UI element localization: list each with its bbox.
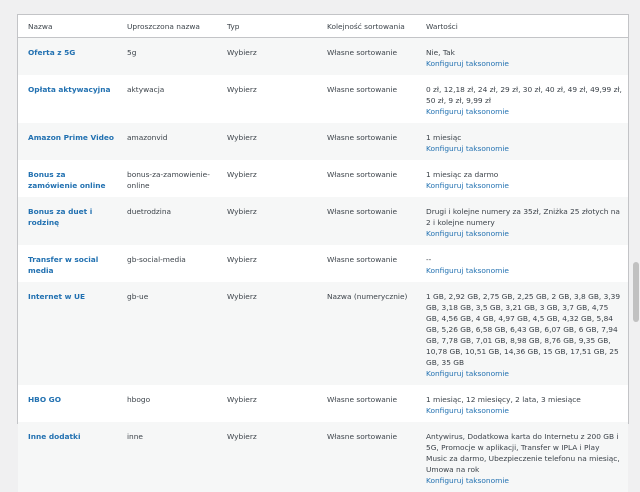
attribute-type: Wybierz xyxy=(227,395,257,404)
attribute-name-link[interactable]: Bonus za duet i rodzinę xyxy=(28,207,92,227)
attribute-slug: aktywacja xyxy=(127,85,165,94)
attribute-slug: gb-ue xyxy=(117,282,217,385)
table-header-row: Nazwa Uproszczona nazwa Typ Kolejność so… xyxy=(18,15,628,38)
attribute-sort-order: Własne sortowanie xyxy=(317,37,416,75)
table-row: HBO GO hbogo Wybierz Własne sortowanie 1… xyxy=(18,385,628,422)
attribute-values: 1 GB, 2,92 GB, 2,75 GB, 2,25 GB, 2 GB, 3… xyxy=(426,292,621,367)
table-row: Opłata aktywacyjna aktywacja Wybierz Wła… xyxy=(18,75,628,123)
attribute-type: Wybierz xyxy=(227,170,257,179)
attribute-name-link[interactable]: HBO GO xyxy=(28,395,61,404)
attribute-sort-order: Własne sortowanie xyxy=(327,85,398,94)
vertical-scrollbar[interactable] xyxy=(632,0,640,415)
attribute-name-link[interactable]: Oferta z 5G xyxy=(28,48,75,57)
attribute-slug: duetrodzina xyxy=(117,197,217,245)
table-row: Amazon Prime Video amazonvid Wybierz Wła… xyxy=(18,123,628,160)
attribute-slug: hbogo xyxy=(127,395,151,404)
attribute-name-link[interactable]: Internet w UE xyxy=(28,292,85,301)
attribute-slug: gb-social-media xyxy=(127,255,186,264)
configure-terms-link[interactable]: Konfiguruj taksonomie xyxy=(426,180,628,191)
attribute-name-link[interactable]: Inne dodatki xyxy=(28,432,81,441)
attribute-sort-order: Własne sortowanie xyxy=(327,395,398,404)
attribute-slug: bonus-za-zamowienie-online xyxy=(127,170,210,190)
attributes-table: Nazwa Uproszczona nazwa Typ Kolejność so… xyxy=(18,15,628,492)
configure-terms-link[interactable]: Konfiguruj taksonomie xyxy=(426,143,628,154)
attribute-values: 1 miesiąc, 12 miesięcy, 2 lata, 3 miesią… xyxy=(426,395,581,404)
attribute-name-link[interactable]: Amazon Prime Video xyxy=(28,133,114,142)
attribute-values: 1 miesiąc xyxy=(426,133,462,142)
attribute-type: Wybierz xyxy=(227,255,257,264)
column-header-slug[interactable]: Uproszczona nazwa xyxy=(117,15,217,38)
attribute-values: Nie, Tak xyxy=(426,48,455,57)
attribute-type: Wybierz xyxy=(217,422,317,492)
configure-terms-link[interactable]: Konfiguruj taksonomie xyxy=(426,475,628,486)
attribute-name-link[interactable]: Transfer w social media xyxy=(28,255,98,275)
table-row: Transfer w social media gb-social-media … xyxy=(18,245,628,282)
attribute-type: Wybierz xyxy=(217,37,317,75)
configure-terms-link[interactable]: Konfiguruj taksonomie xyxy=(426,368,628,379)
attribute-sort-order: Własne sortowanie xyxy=(317,422,416,492)
attribute-values: -- xyxy=(426,255,432,264)
attribute-slug: 5g xyxy=(117,37,217,75)
attribute-sort-order: Własne sortowanie xyxy=(327,170,398,179)
configure-terms-link[interactable]: Konfiguruj taksonomie xyxy=(426,405,628,416)
attribute-sort-order: Własne sortowanie xyxy=(327,255,398,264)
attribute-slug: inne xyxy=(117,422,217,492)
scrollbar-thumb[interactable] xyxy=(633,262,639,322)
table-row: Internet w UE gb-ue Wybierz Nazwa (numer… xyxy=(18,282,628,385)
attribute-slug: amazonvid xyxy=(117,123,217,160)
configure-terms-link[interactable]: Konfiguruj taksonomie xyxy=(426,106,628,117)
attribute-type: Wybierz xyxy=(217,282,317,385)
configure-terms-link[interactable]: Konfiguruj taksonomie xyxy=(426,58,628,69)
attributes-table-panel: Nazwa Uproszczona nazwa Typ Kolejność so… xyxy=(17,14,629,492)
attribute-values: 0 zł, 12,18 zł, 24 zł, 29 zł, 30 zł, 40 … xyxy=(426,85,622,105)
column-header-sort-order[interactable]: Kolejność sortowania xyxy=(317,15,416,38)
configure-terms-link[interactable]: Konfiguruj taksonomie xyxy=(426,228,628,239)
attribute-values: Antywirus, Dodatkowa karta do Internetu … xyxy=(426,432,620,474)
attribute-values: Drugi i kolejne numery za 35zł, Zniżka 2… xyxy=(426,207,620,227)
column-header-values[interactable]: Wartości xyxy=(416,15,628,38)
table-row: Bonus za duet i rodzinę duetrodzina Wybi… xyxy=(18,197,628,245)
attribute-name-link[interactable]: Opłata aktywacyjna xyxy=(28,85,110,94)
table-row: Inne dodatki inne Wybierz Własne sortowa… xyxy=(18,422,628,492)
column-header-type[interactable]: Typ xyxy=(217,15,317,38)
attribute-name-link[interactable]: Bonus za zamówienie online xyxy=(28,170,106,190)
table-row: Oferta z 5G 5g Wybierz Własne sortowanie… xyxy=(18,37,628,75)
column-header-name[interactable]: Nazwa xyxy=(18,15,117,38)
attribute-type: Wybierz xyxy=(227,85,257,94)
attribute-type: Wybierz xyxy=(217,197,317,245)
attribute-sort-order: Własne sortowanie xyxy=(317,123,416,160)
attribute-sort-order: Nazwa (numerycznie) xyxy=(317,282,416,385)
attribute-values: 1 miesiąc za darmo xyxy=(426,170,499,179)
configure-terms-link[interactable]: Konfiguruj taksonomie xyxy=(426,265,628,276)
attribute-sort-order: Własne sortowanie xyxy=(317,197,416,245)
table-row: Bonus za zamówienie online bonus-za-zamo… xyxy=(18,160,628,197)
attribute-type: Wybierz xyxy=(217,123,317,160)
